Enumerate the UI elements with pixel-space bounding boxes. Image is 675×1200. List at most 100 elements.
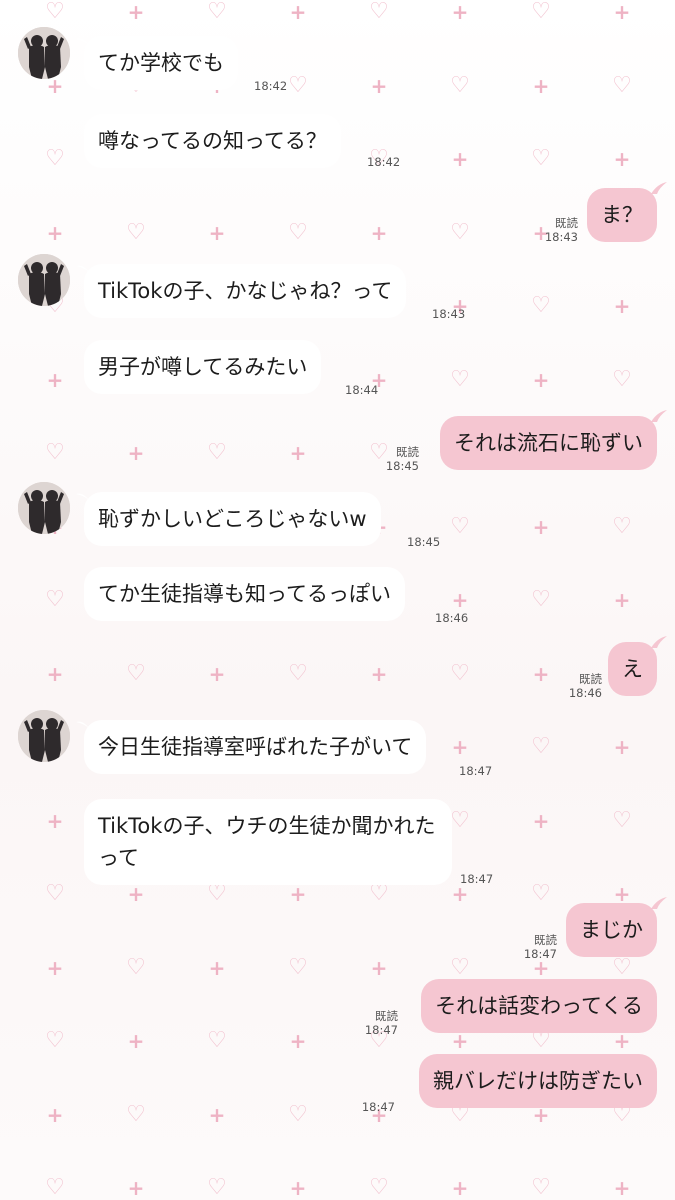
message-time: 18:43	[432, 307, 466, 321]
plus-icon: +	[451, 588, 469, 612]
heart-outline-icon: ♡	[531, 881, 551, 906]
sender-avatar[interactable]	[18, 482, 70, 534]
read-receipt: 既読	[375, 1009, 398, 1023]
plus-icon: +	[451, 147, 469, 171]
plus-icon: +	[127, 1029, 145, 1053]
heart-outline-icon: ♡	[207, 0, 227, 24]
message-meta: 既読 18:47	[365, 1009, 398, 1037]
plus-icon: +	[289, 882, 307, 906]
plus-icon: +	[370, 661, 388, 686]
message-time: 18:43	[544, 230, 578, 244]
heart-outline-icon: ♡	[45, 1028, 65, 1053]
plus-icon: +	[127, 1176, 145, 1200]
heart-outline-icon: ♡	[126, 219, 146, 245]
heart-outline-icon: ♡	[207, 881, 227, 906]
message-bubble-outgoing[interactable]: まじか	[566, 903, 657, 957]
plus-icon: +	[289, 1176, 307, 1200]
heart-outline-icon: ♡	[450, 366, 470, 392]
heart-outline-icon: ♡	[450, 72, 470, 98]
plus-icon: +	[370, 73, 388, 98]
message-meta: 18:44	[345, 383, 378, 397]
message-text: 噂なってるの知ってる？	[98, 129, 327, 153]
message-bubble-outgoing[interactable]: それは流石に恥ずい	[440, 416, 657, 470]
message-bubble-outgoing[interactable]: ま？	[587, 188, 657, 242]
heart-outline-icon: ♡	[45, 0, 65, 24]
message-bubble-outgoing[interactable]: え	[608, 642, 657, 696]
sender-avatar[interactable]	[18, 27, 70, 79]
sender-avatar[interactable]	[18, 254, 70, 306]
plus-icon: +	[46, 220, 64, 245]
plus-icon: +	[613, 1176, 631, 1200]
heart-outline-icon: ♡	[612, 72, 632, 98]
message-time: 18:47	[361, 1100, 395, 1114]
message-time: 18:42	[367, 155, 401, 169]
heart-outline-icon: ♡	[45, 587, 65, 612]
bubble-tail	[651, 897, 667, 909]
message-bubble-outgoing[interactable]: 親バレだけは防ぎたい	[419, 1054, 657, 1108]
plus-icon: +	[46, 73, 64, 98]
plus-icon: +	[532, 367, 550, 392]
plus-icon: +	[46, 808, 64, 833]
message-bubble-incoming[interactable]: 噂なってるの知ってる？	[84, 114, 341, 168]
plus-icon: +	[127, 441, 145, 465]
message-meta: 18:47	[459, 764, 492, 778]
two-silhouettes-icon	[18, 27, 70, 79]
message-time: 18:44	[345, 383, 379, 397]
plus-icon: +	[613, 588, 631, 612]
plus-icon: +	[613, 882, 631, 906]
message-time: 18:47	[460, 872, 494, 886]
heart-outline-icon: ♡	[450, 807, 470, 833]
plus-icon: +	[532, 73, 550, 98]
message-text: それは話変わってくる	[435, 994, 643, 1018]
message-time: 18:45	[407, 535, 441, 549]
heart-outline-icon: ♡	[126, 660, 146, 686]
message-text: ま？	[601, 203, 643, 227]
plus-icon: +	[451, 1029, 469, 1053]
message-bubble-outgoing[interactable]: それは話変わってくる	[421, 979, 657, 1033]
plus-icon: +	[613, 294, 631, 318]
message-time: 18:45	[385, 459, 419, 473]
message-bubble-incoming[interactable]: TikTokの子、かなじゃね？って	[84, 264, 407, 318]
message-meta: 18:45	[407, 535, 440, 549]
plus-icon: +	[370, 220, 388, 245]
plus-icon: +	[370, 955, 388, 980]
message-text: 恥ずかしいどころじゃないw	[98, 507, 367, 531]
message-bubble-incoming[interactable]: てか学校でも	[84, 36, 238, 90]
heart-outline-icon: ♡	[531, 1175, 551, 1200]
heart-outline-icon: ♡	[45, 146, 65, 171]
heart-outline-icon: ♡	[531, 587, 551, 612]
message-bubble-incoming[interactable]: 今日生徒指導室呼ばれた子がいて	[84, 720, 427, 774]
message-text: それは流石に恥ずい	[454, 431, 643, 455]
heart-outline-icon: ♡	[45, 881, 65, 906]
plus-icon: +	[451, 735, 469, 759]
heart-outline-icon: ♡	[612, 366, 632, 392]
chat-area[interactable]: ♡ + ♡ + ♡ + ♡ + ♡ + ♡ + ♡ + ♡ + ♡ + ♡ + ♡ + ♡ + ♡ + ♡ + ♡ + ♡ + ♡ + ♡ + ♡ + ♡ +…	[0, 0, 675, 1200]
plus-icon: +	[613, 147, 631, 171]
message-time: 18:42	[254, 79, 288, 93]
message-meta: 既読 18:43	[545, 216, 578, 244]
plus-icon: +	[208, 1102, 226, 1127]
message-bubble-incoming[interactable]: 恥ずかしいどころじゃないw	[84, 492, 381, 546]
heart-outline-icon: ♡	[126, 954, 146, 980]
message-text: てか学校でも	[98, 51, 224, 75]
plus-icon: +	[289, 1029, 307, 1053]
message-meta: 18:47	[362, 1100, 395, 1114]
message-text: 今日生徒指導室呼ばれた子がいて	[98, 735, 413, 759]
message-meta: 18:42	[367, 155, 400, 169]
plus-icon: +	[532, 808, 550, 833]
heart-outline-icon: ♡	[369, 0, 389, 24]
read-receipt: 既読	[534, 933, 557, 947]
message-bubble-incoming[interactable]: てか生徒指導も知ってるっぽい	[84, 567, 405, 621]
heart-outline-icon: ♡	[450, 513, 470, 539]
plus-icon: +	[208, 220, 226, 245]
plus-icon: +	[289, 441, 307, 465]
plus-icon: +	[46, 367, 64, 392]
plus-icon: +	[451, 1176, 469, 1200]
message-bubble-incoming[interactable]: TikTokの子、ウチの生徒か聞かれたって	[84, 799, 452, 885]
message-meta: 18:46	[435, 611, 468, 625]
plus-icon: +	[613, 0, 631, 24]
sender-avatar[interactable]	[18, 710, 70, 762]
read-receipt: 既読	[555, 216, 578, 230]
message-text: まじか	[580, 918, 643, 942]
message-bubble-incoming[interactable]: 男子が噂してるみたい	[84, 340, 322, 394]
